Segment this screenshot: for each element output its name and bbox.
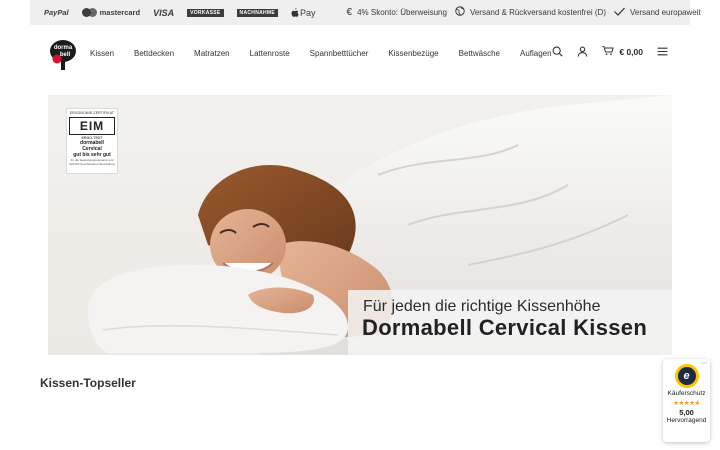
top-bar: PayPal mastercard VISA VORKASSE NACHNAHM… (30, 0, 701, 25)
menu-icon[interactable] (657, 47, 668, 56)
visa-icon: VISA (153, 7, 175, 18)
usp-skonto: € 4% Skonto: Überweisung (346, 7, 447, 18)
account-icon[interactable] (577, 46, 588, 57)
header-tools: € 0,00 (538, 45, 668, 58)
nav-item-kissenbezuege[interactable]: Kissenbezüge (388, 49, 438, 58)
check-icon (614, 7, 625, 19)
usp-europaweit: Versand europaweit (614, 7, 701, 19)
search-icon[interactable] (552, 46, 563, 57)
rating-text: Hervorragend (666, 417, 707, 424)
trust-label: Käuferschutz (667, 390, 706, 397)
cart-button[interactable]: € 0,00 (602, 45, 643, 58)
nav-item-bettdecken[interactable]: Bettdecken (134, 49, 174, 58)
dormabell-logo[interactable]: dorma bell (48, 39, 78, 71)
section-title: Kissen-Topseller (40, 376, 136, 390)
trust-badge[interactable]: ⋯ e Käuferschutz ★★★★★ 5,00 Hervorragend (663, 359, 710, 442)
usp-versand-kostenfrei: Versand & Rückversand kostenfrei (D) (455, 6, 606, 19)
trusted-shops-logo: e (674, 364, 699, 388)
mastercard-icon: mastercard (81, 8, 140, 17)
ergonomics-certificate-seal: ERGONOMIE-ZERTIFIKAT EIM ERGO-TEST dorma… (66, 108, 118, 174)
nav-item-spannbetttuecher[interactable]: Spannbetttücher (310, 49, 369, 58)
eim-logo: EIM (69, 117, 115, 135)
nav-item-matratzen[interactable]: Matratzen (194, 49, 230, 58)
payment-methods: PayPal mastercard VISA VORKASSE NACHNAHM… (44, 8, 329, 18)
nachnahme-icon: NACHNAHME (236, 8, 279, 17)
cart-icon (602, 45, 614, 58)
banner-title: Dormabell Cervical Kissen (362, 315, 648, 340)
usp-list: € 4% Skonto: Überweisung Versand & Rückv… (347, 6, 709, 19)
globe-icon (455, 6, 465, 19)
apple-pay-icon: Pay (291, 8, 316, 18)
paypal-icon: PayPal (44, 8, 69, 17)
hero-banner[interactable]: ERGONOMIE-ZERTIFIKAT EIM ERGO-TEST dorma… (48, 95, 672, 355)
svg-text:bell: bell (60, 52, 71, 58)
rating-stars: ★★★★★ (673, 400, 700, 407)
more-icon[interactable]: ⋯ (701, 360, 707, 367)
page: PayPal mastercard VISA VORKASSE NACHNAHM… (0, 0, 720, 450)
nav-item-kissen[interactable]: Kissen (90, 49, 114, 58)
nav-item-bettwaesche[interactable]: Bettwäsche (459, 49, 500, 58)
rating-score: 5,00 (679, 408, 694, 417)
banner-subtitle: Für jeden die richtige Kissenhöhe (363, 298, 601, 315)
svg-text:dorma: dorma (54, 45, 73, 51)
cart-total: € 0,00 (619, 46, 643, 57)
header: dorma bell Kissen Bettdecken Matratzen L… (30, 25, 690, 85)
euro-icon: € (346, 7, 353, 18)
nav-item-lattenroste[interactable]: Lattenroste (250, 49, 290, 58)
vorkasse-icon: VORKASSE (187, 8, 224, 17)
main-nav: Kissen Bettdecken Matratzen Lattenroste … (90, 49, 572, 58)
